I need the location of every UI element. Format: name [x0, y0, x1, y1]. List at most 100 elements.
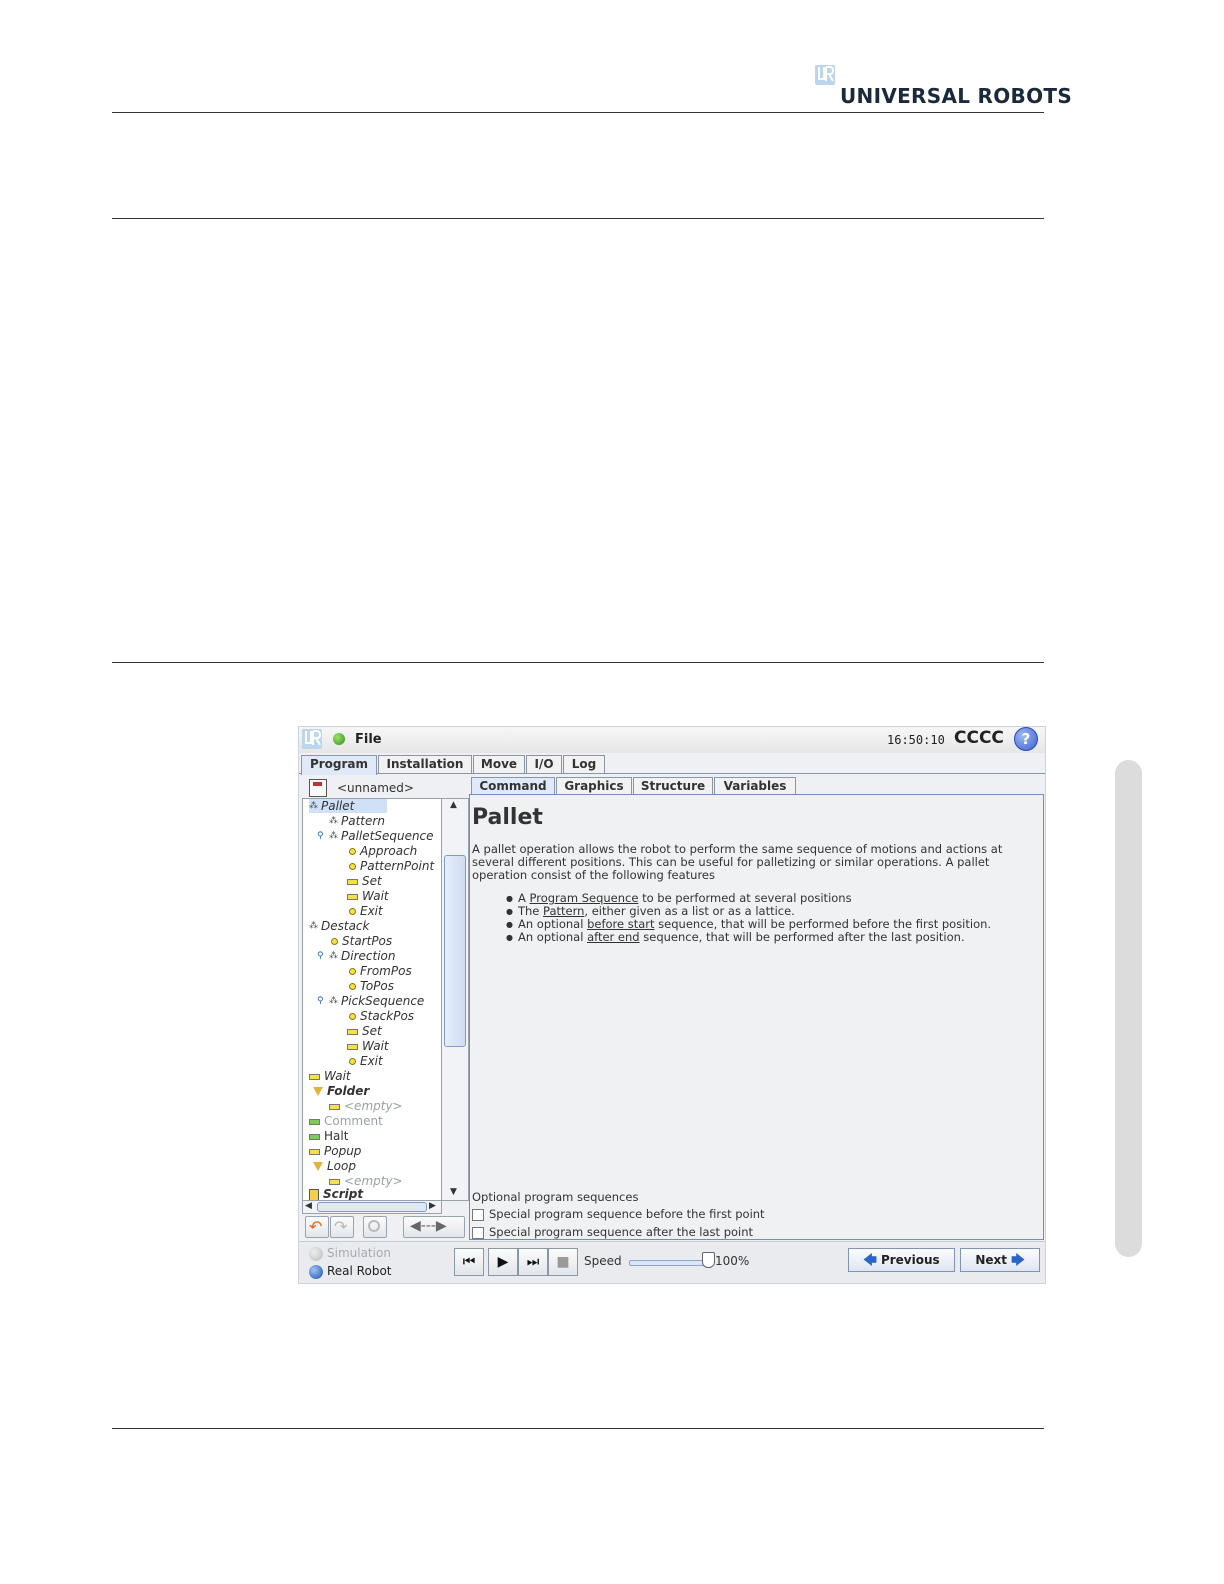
tree-item-folder[interactable]: Folder — [313, 1084, 369, 1098]
program-tree[interactable]: ⁂ Pallet ⁂ Pattern ⚲ ⁂ PalletSequence Approa… — [302, 798, 442, 1201]
rewind-button[interactable]: ⏮ — [454, 1248, 484, 1276]
speed-value: 100% — [715, 1254, 750, 1268]
tree-item-set-2[interactable]: Set — [347, 1024, 382, 1038]
tab-move[interactable]: Move — [473, 755, 525, 773]
after-last-checkbox[interactable] — [472, 1226, 484, 1239]
stop-icon: ■ — [556, 1254, 570, 1270]
tree-item-pallet-sequence[interactable]: ⚲ ⁂ PalletSequence — [317, 829, 434, 843]
move-arrows-icon: ◀---▶ — [410, 1218, 447, 1234]
tree-vertical-scrollbar[interactable]: ▲ ▼ — [441, 798, 469, 1201]
tree-item-from-pos[interactable]: FromPos — [349, 964, 412, 978]
tree-item-pick-sequence[interactable]: ⚲ ⁂ PickSequence — [317, 994, 424, 1008]
next-button[interactable]: Next 🡆 — [960, 1248, 1040, 1272]
scroll-right-icon[interactable]: ▶ — [429, 1201, 436, 1211]
sequence-icon: ⁂ — [329, 831, 338, 841]
tree-item-pattern[interactable]: ⁂ Pattern — [329, 814, 385, 828]
side-thumb-tab — [1115, 760, 1142, 1257]
tree-item-start-pos[interactable]: StartPos — [331, 934, 392, 948]
tree-item-exit[interactable]: Exit — [349, 904, 383, 918]
tab-program[interactable]: Program — [301, 755, 377, 775]
real-robot-radio[interactable]: Real Robot — [309, 1264, 392, 1279]
file-menu[interactable]: File — [355, 732, 382, 747]
wait-icon — [347, 893, 358, 900]
tree-item-approach[interactable]: Approach — [349, 844, 417, 858]
tab-variables[interactable]: Variables — [714, 777, 796, 794]
save-program-icon[interactable] — [309, 779, 327, 797]
before-start-link[interactable]: before start — [587, 917, 654, 931]
clock: 16:50:10 — [887, 733, 945, 747]
option-after-last[interactable]: Special program sequence after the last … — [472, 1225, 753, 1239]
sequence-icon: ⁂ — [329, 996, 338, 1006]
redo-button[interactable]: ↷ — [330, 1216, 354, 1238]
after-end-link[interactable]: after end — [587, 930, 640, 944]
scroll-left-icon[interactable]: ◀ — [305, 1201, 312, 1211]
polyscope-window: File 16:50:10 CCCC ? Program Installatio… — [298, 726, 1046, 1284]
tab-log[interactable]: Log — [563, 755, 605, 773]
tree-hscroll-thumb[interactable] — [317, 1202, 427, 1212]
option-before-first[interactable]: Special program sequence before the firs… — [472, 1207, 765, 1221]
tree-item-set[interactable]: Set — [347, 874, 382, 888]
status-ok-icon — [333, 733, 345, 745]
step-button[interactable]: ⏭ — [518, 1248, 548, 1276]
tree-item-pattern-point[interactable]: PatternPoint — [349, 859, 434, 873]
tab-installation[interactable]: Installation — [378, 755, 472, 773]
rewind-icon: ⏮ — [462, 1254, 476, 1270]
expand-icon: ⚲ — [317, 951, 324, 961]
stop-button[interactable]: ■ — [548, 1248, 578, 1276]
robot-name: CCCC — [954, 728, 1004, 748]
destack-icon: ⁂ — [309, 921, 318, 931]
tree-item-direction[interactable]: ⚲ ⁂ Direction — [317, 949, 395, 963]
universal-robots-logo-icon — [815, 65, 835, 85]
scroll-down-icon[interactable]: ▼ — [450, 1187, 457, 1197]
tree-item-empty[interactable]: <empty> — [329, 1099, 403, 1113]
tree-item-wait[interactable]: Wait — [347, 889, 389, 903]
tree-scroll-thumb[interactable] — [444, 855, 466, 1047]
feature-list: A Program Sequence to be performed at se… — [506, 892, 991, 944]
speed-slider-handle[interactable] — [702, 1252, 715, 1268]
tab-structure[interactable]: Structure — [633, 777, 713, 794]
speed-slider[interactable] — [629, 1260, 711, 1266]
undo-button[interactable]: ↶ — [305, 1216, 329, 1238]
tree-item-script[interactable]: Script — [309, 1187, 363, 1200]
help-icon[interactable]: ? — [1014, 727, 1038, 751]
tree-item-wait-2[interactable]: Wait — [347, 1039, 389, 1053]
previous-button[interactable]: 🡄 Previous — [848, 1248, 955, 1272]
tree-item-comment[interactable]: Comment — [309, 1114, 383, 1128]
waypoint-icon — [331, 938, 338, 945]
tree-item-loop[interactable]: Loop — [313, 1159, 356, 1173]
command-panel: Pallet A pallet operation allows the rob… — [469, 794, 1044, 1240]
before-first-checkbox[interactable] — [472, 1208, 484, 1221]
brand-name: UNIVERSAL ROBOTS — [840, 84, 1073, 108]
play-icon: ▶ — [497, 1254, 509, 1270]
program-sequence-link[interactable]: Program Sequence — [530, 891, 639, 905]
suppress-button[interactable] — [363, 1216, 387, 1238]
command-title: Pallet — [472, 805, 543, 830]
play-button[interactable]: ▶ — [488, 1248, 518, 1276]
scroll-up-icon[interactable]: ▲ — [450, 800, 457, 810]
tab-graphics[interactable]: Graphics — [556, 777, 632, 794]
simulation-radio[interactable]: Simulation — [309, 1246, 391, 1261]
tab-io[interactable]: I/O — [526, 755, 562, 773]
ur-logo-icon — [302, 729, 322, 749]
wait-icon — [309, 1073, 320, 1080]
tree-item-to-pos[interactable]: ToPos — [349, 979, 394, 993]
tree-horizontal-scrollbar[interactable]: ◀ ▶ — [302, 1200, 442, 1214]
tree-item-pallet[interactable]: ⁂ Pallet — [309, 799, 387, 813]
empty-icon — [329, 1103, 340, 1110]
footer-rule — [112, 1428, 1044, 1429]
tree-item-wait-3[interactable]: Wait — [309, 1069, 351, 1083]
tree-item-halt[interactable]: Halt — [309, 1129, 348, 1143]
bottom-bar: Simulation Real Robot ⏮ ▶ ⏭ ■ Speed 100%… — [299, 1241, 1045, 1283]
pattern-link[interactable]: Pattern — [543, 904, 584, 918]
expand-icon: ⚲ — [317, 831, 324, 841]
tree-item-popup[interactable]: Popup — [309, 1144, 361, 1158]
move-node-button[interactable]: ◀---▶ — [403, 1216, 465, 1238]
tree-item-stack-pos[interactable]: StackPos — [349, 1009, 414, 1023]
step-icon: ⏭ — [526, 1254, 540, 1270]
waypoint-icon — [349, 1058, 356, 1065]
waypoint-icon — [349, 863, 356, 870]
tree-item-empty-2[interactable]: <empty> — [329, 1174, 403, 1188]
tree-item-destack[interactable]: ⁂ Destack — [309, 919, 369, 933]
tree-item-exit-2[interactable]: Exit — [349, 1054, 383, 1068]
waypoint-icon — [349, 848, 356, 855]
